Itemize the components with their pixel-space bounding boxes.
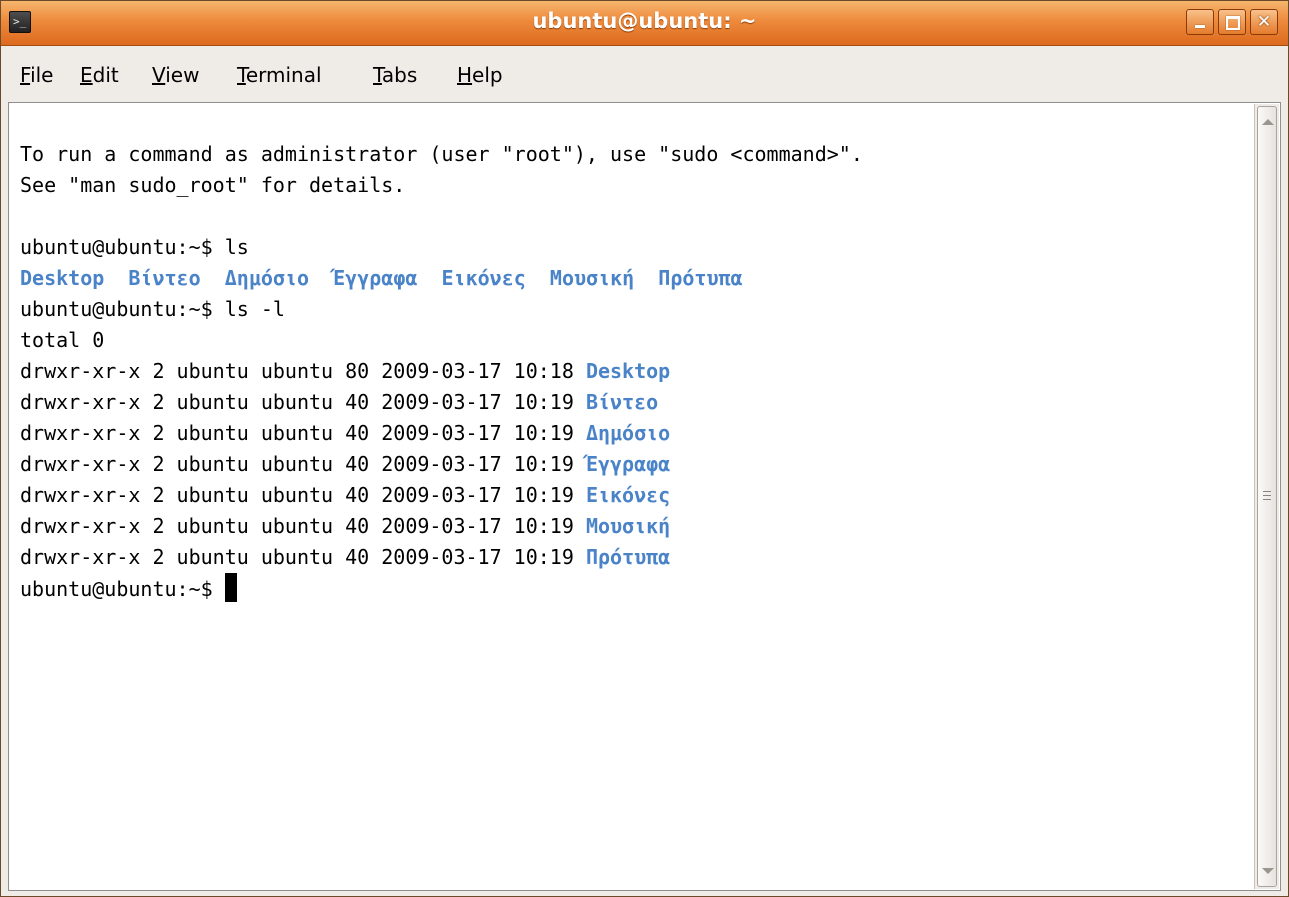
listing-row: drwxr-xr-x 2 ubuntu ubuntu 40 2009-03-17…	[20, 418, 863, 449]
maximize-button[interactable]	[1218, 9, 1246, 35]
text-cursor	[224, 573, 237, 602]
listing-meta: drwxr-xr-x 2 ubuntu ubuntu 40 2009-03-17…	[20, 545, 574, 569]
listing-meta: drwxr-xr-x 2 ubuntu ubuntu 40 2009-03-17…	[20, 390, 574, 414]
scrollbar-thumb[interactable]	[1257, 106, 1277, 887]
dir-name: Μουσική	[549, 266, 635, 290]
dir-name: Μουσική	[585, 514, 671, 538]
ls-output-line: Desktop Βίντεο Δημόσιο Έγγραφα Εικόνες Μ…	[20, 263, 863, 294]
maximize-icon	[1226, 16, 1240, 30]
listing-row: drwxr-xr-x 2 ubuntu ubuntu 80 2009-03-17…	[20, 356, 863, 387]
output-line: To run a command as administrator (user …	[20, 142, 863, 166]
menu-terminal[interactable]: Terminal	[237, 62, 322, 88]
dir-name: Έγγραφα	[585, 452, 671, 476]
menu-tabs[interactable]: Tabs	[373, 62, 417, 88]
dir-name: Desktop	[585, 359, 671, 383]
menu-edit[interactable]: Edit	[80, 62, 119, 88]
command-line: ubuntu@ubuntu:~$ ls	[20, 235, 249, 259]
shell-prompt: ubuntu@ubuntu:~$	[20, 577, 225, 601]
prompt-line: ubuntu@ubuntu:~$	[20, 573, 863, 604]
vertical-scrollbar[interactable]	[1254, 104, 1279, 889]
minimize-icon	[1195, 25, 1205, 28]
dir-name: Δημόσιο	[224, 266, 310, 290]
dir-name: Εικόνες	[585, 483, 671, 507]
listing-row: drwxr-xr-x 2 ubuntu ubuntu 40 2009-03-17…	[20, 387, 863, 418]
dir-name: Δημόσιο	[585, 421, 671, 445]
dir-name: Πρότυπα	[658, 266, 743, 290]
menu-help[interactable]: Help	[457, 62, 503, 88]
menu-bar: File Edit View Terminal Tabs Help	[1, 46, 1288, 100]
listing-meta: drwxr-xr-x 2 ubuntu ubuntu 80 2009-03-17…	[20, 359, 574, 383]
window-title: ubuntu@ubuntu: ~	[532, 9, 757, 33]
dir-name: Πρότυπα	[585, 545, 671, 569]
scroll-down-arrow-icon[interactable]	[1262, 868, 1274, 874]
close-button[interactable]: ✕	[1250, 9, 1278, 35]
title-bar[interactable]: >_ ubuntu@ubuntu: ~ ✕	[1, 1, 1288, 46]
dir-name: Βίντεο	[128, 266, 201, 290]
listing-meta: drwxr-xr-x 2 ubuntu ubuntu 40 2009-03-17…	[20, 452, 574, 476]
close-icon: ✕	[1256, 12, 1272, 32]
listing-row: drwxr-xr-x 2 ubuntu ubuntu 40 2009-03-17…	[20, 542, 863, 573]
listing-meta: drwxr-xr-x 2 ubuntu ubuntu 40 2009-03-17…	[20, 421, 574, 445]
listing-meta: drwxr-xr-x 2 ubuntu ubuntu 40 2009-03-17…	[20, 514, 574, 538]
output-line: total 0	[20, 328, 105, 352]
terminal-window: >_ ubuntu@ubuntu: ~ ✕ File Edit View Ter…	[0, 0, 1289, 897]
output-line: See "man sudo_root" for details.	[20, 173, 406, 197]
command-line: ubuntu@ubuntu:~$ ls -l	[20, 297, 285, 321]
listing-row: drwxr-xr-x 2 ubuntu ubuntu 40 2009-03-17…	[20, 480, 863, 511]
scroll-grip-icon	[1263, 491, 1271, 503]
dir-name: Desktop	[20, 266, 105, 290]
dir-name: Βίντεο	[585, 390, 659, 414]
dir-name: Εικόνες	[441, 266, 526, 290]
listing-meta: drwxr-xr-x 2 ubuntu ubuntu 40 2009-03-17…	[20, 483, 574, 507]
dir-name: Έγγραφα	[333, 266, 418, 290]
terminal-text: To run a command as administrator (user …	[20, 108, 863, 604]
minimize-button[interactable]	[1186, 9, 1214, 35]
terminal-output-area[interactable]: To run a command as administrator (user …	[8, 102, 1281, 891]
menu-file[interactable]: File	[20, 62, 53, 88]
listing-row: drwxr-xr-x 2 ubuntu ubuntu 40 2009-03-17…	[20, 449, 863, 480]
menu-view[interactable]: View	[152, 62, 199, 88]
scroll-up-arrow-icon[interactable]	[1262, 119, 1274, 125]
listing-row: drwxr-xr-x 2 ubuntu ubuntu 40 2009-03-17…	[20, 511, 863, 542]
